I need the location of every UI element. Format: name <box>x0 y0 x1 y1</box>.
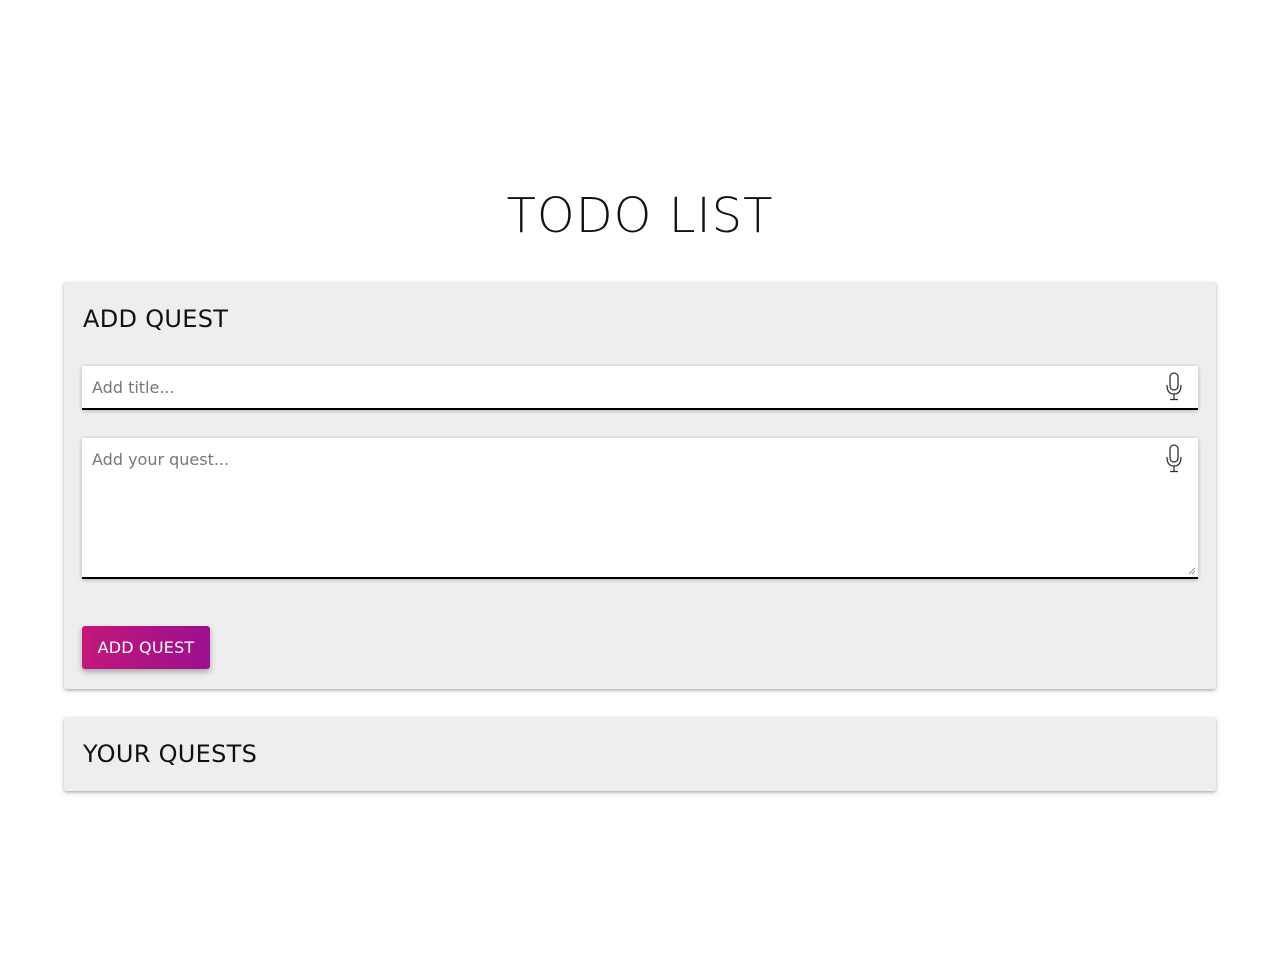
add-quest-button[interactable]: ADD QUEST <box>82 626 210 669</box>
add-quest-heading: ADD QUEST <box>83 305 229 333</box>
resize-grip-icon[interactable] <box>1188 567 1196 575</box>
title-input[interactable] <box>82 366 1198 408</box>
quest-field <box>82 438 1198 579</box>
microphone-icon[interactable] <box>1164 444 1184 474</box>
your-quests-card: YOUR QUESTS <box>64 717 1216 791</box>
add-quest-card: ADD QUEST ADD QUEST <box>64 282 1216 689</box>
todo-page: TODO LIST ADD QUEST Add title... Add you… <box>0 0 1280 960</box>
quest-textarea[interactable] <box>82 438 1198 577</box>
your-quests-heading: YOUR QUESTS <box>83 740 258 768</box>
title-field <box>82 366 1198 410</box>
microphone-icon[interactable] <box>1164 372 1184 402</box>
page-title: TODO LIST <box>506 188 774 244</box>
